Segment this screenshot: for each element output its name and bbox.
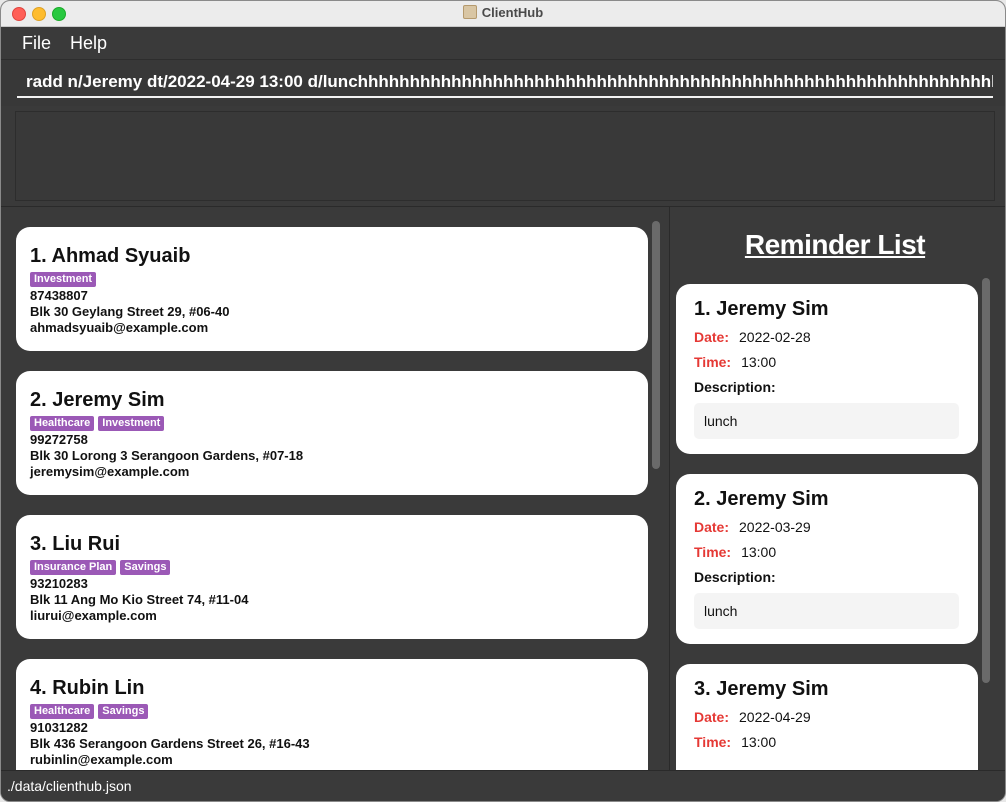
reminder-date: 2022-03-29: [739, 519, 811, 535]
reminder-name: 1. Jeremy Sim: [694, 298, 829, 320]
client-tags: Investment: [30, 269, 100, 287]
client-tag: Insurance Plan: [30, 560, 117, 575]
client-card[interactable]: 1. Ahmad Syuaib Investment 87438807 Blk …: [16, 227, 648, 351]
reminder-date-row: Date: 2022-03-29: [694, 519, 811, 535]
client-tags: Healthcare Investment: [30, 413, 168, 431]
date-label: Date:: [694, 329, 730, 345]
reminder-card[interactable]: 3. Jeremy Sim Date: 2022-04-29 Time: 13:00: [676, 664, 978, 770]
client-email: rubinlin@example.com: [30, 752, 173, 767]
client-name: 4. Rubin Lin: [30, 677, 145, 699]
menu-help[interactable]: Help: [70, 33, 107, 54]
client-address: Blk 30 Lorong 3 Serangoon Gardens, #07-1…: [30, 448, 304, 463]
time-label: Time:: [694, 544, 732, 560]
client-email: liurui@example.com: [30, 608, 157, 623]
status-bar: ./data/clienthub.json: [1, 770, 1005, 801]
client-tag: Investment: [30, 272, 97, 287]
client-phone: 93210283: [30, 576, 88, 591]
result-display[interactable]: [15, 111, 995, 201]
reminder-time: 13:00: [741, 544, 777, 560]
reminder-time-row: Time: 13:00: [694, 354, 776, 370]
client-phone: 91031282: [30, 720, 88, 735]
client-address: Blk 30 Geylang Street 29, #06-40: [30, 304, 230, 319]
client-tag: Investment: [98, 416, 165, 431]
app-icon: [462, 5, 477, 19]
client-address: Blk 11 Ang Mo Kio Street 74, #11-04: [30, 592, 249, 607]
reminder-list-heading: Reminder List: [744, 229, 926, 260]
client-list-panel[interactable]: 1. Ahmad Syuaib Investment 87438807 Blk …: [1, 207, 668, 770]
main-content: 1. Ahmad Syuaib Investment 87438807 Blk …: [1, 206, 1005, 770]
title-bar[interactable]: ClientHub: [1, 1, 1005, 27]
client-email: jeremysim@example.com: [30, 464, 190, 479]
client-tag: Savings: [120, 560, 171, 575]
reminder-time: 13:00: [741, 354, 777, 370]
client-list-scrollbar[interactable]: [652, 221, 660, 469]
reminder-description: lunch: [694, 403, 959, 439]
command-area: radd n/Jeremy dt/2022-04-29 13:00 d/lunc…: [1, 60, 1005, 106]
command-input[interactable]: radd n/Jeremy dt/2022-04-29 13:00 d/lunc…: [17, 66, 993, 98]
reminder-date: 2022-04-29: [739, 709, 811, 725]
client-tag: Healthcare: [30, 704, 95, 719]
window-title: ClientHub: [481, 5, 544, 20]
reminder-list-panel[interactable]: Reminder List 1. Jeremy Sim Date: 2022-02…: [669, 207, 1004, 770]
client-name: 2. Jeremy Sim: [30, 389, 165, 411]
menu-file[interactable]: File: [22, 33, 51, 54]
reminder-card[interactable]: 2. Jeremy Sim Date: 2022-03-29 Time: 13:00…: [676, 474, 978, 644]
client-name: 3. Liu Rui: [30, 533, 120, 555]
description-label: Description:: [694, 569, 776, 585]
reminder-time-row: Time: 13:00: [694, 544, 776, 560]
description-label: Description:: [694, 379, 776, 395]
reminder-date-row: Date: 2022-02-28: [694, 329, 811, 345]
reminder-time: 13:00: [741, 734, 777, 750]
client-tag: Savings: [98, 704, 149, 719]
app-window: ClientHub File Help radd n/Jeremy dt/202…: [0, 0, 1006, 802]
client-name: 1. Ahmad Syuaib: [30, 245, 191, 267]
client-phone: 87438807: [30, 288, 88, 303]
time-label: Time:: [694, 354, 732, 370]
client-tags: Healthcare Savings: [30, 701, 152, 719]
client-email: ahmadsyuaib@example.com: [30, 320, 209, 335]
menu-bar: File Help: [1, 27, 1005, 60]
reminder-date: 2022-02-28: [739, 329, 811, 345]
client-card[interactable]: 4. Rubin Lin Healthcare Savings 91031282 …: [16, 659, 648, 770]
client-card[interactable]: 3. Liu Rui Insurance Plan Savings 9321028…: [16, 515, 648, 639]
client-address: Blk 436 Serangoon Gardens Street 26, #16…: [30, 736, 310, 751]
reminder-time-row: Time: 13:00: [694, 734, 776, 750]
window-title-wrap: ClientHub: [1, 5, 1005, 20]
reminder-list-scrollbar[interactable]: [982, 278, 990, 683]
reminder-date-row: Date: 2022-04-29: [694, 709, 811, 725]
client-card[interactable]: 2. Jeremy Sim Healthcare Investment 99272…: [16, 371, 648, 495]
data-file-path: ./data/clienthub.json: [7, 778, 132, 794]
client-tag: Healthcare: [30, 416, 95, 431]
date-label: Date:: [694, 519, 730, 535]
date-label: Date:: [694, 709, 730, 725]
reminder-description: lunch: [694, 593, 959, 629]
reminder-name: 3. Jeremy Sim: [694, 678, 829, 700]
time-label: Time:: [694, 734, 732, 750]
reminder-card[interactable]: 1. Jeremy Sim Date: 2022-02-28 Time: 13:00…: [676, 284, 978, 454]
reminder-name: 2. Jeremy Sim: [694, 488, 829, 510]
client-phone: 99272758: [30, 432, 88, 447]
client-tags: Insurance Plan Savings: [30, 557, 174, 575]
